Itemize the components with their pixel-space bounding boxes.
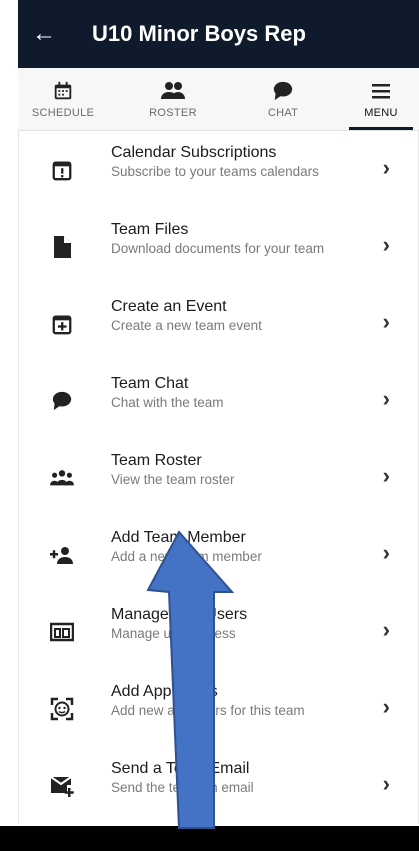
- tab-label: SCHEDULE: [31, 107, 95, 119]
- menu-item-title: Calendar Subscriptions: [111, 144, 277, 161]
- email-send-icon: [49, 773, 75, 799]
- chat-bubble-icon: [272, 79, 294, 103]
- calendar-alert-icon: [49, 157, 75, 183]
- menu-item-title: Create an Event: [111, 298, 227, 315]
- chevron-right-icon: ›: [382, 771, 390, 796]
- devices-icon: [49, 619, 75, 645]
- menu-item-send-team-email[interactable]: Send a Team Email Send the team an email…: [19, 747, 418, 824]
- chevron-right-icon: ›: [382, 540, 390, 565]
- chat-bubble-icon: [49, 388, 75, 414]
- menu-list: Calendar Subscriptions Subscribe to your…: [18, 131, 419, 824]
- tab-chat[interactable]: CHAT: [233, 68, 333, 130]
- page-title: U10 Minor Boys Rep: [92, 21, 306, 46]
- menu-item-add-app-users[interactable]: Add App Users Add new app users for this…: [19, 670, 418, 747]
- menu-item-title: Add App Users: [111, 683, 218, 700]
- tab-bar: SCHEDULE ROSTER CHAT MENU: [18, 68, 419, 131]
- menu-item-manage-app-users[interactable]: Manage App Users Manage user access ›: [19, 593, 418, 670]
- menu-item-team-chat[interactable]: Team Chat Chat with the team ›: [19, 362, 418, 439]
- menu-item-subtitle: Send the team an email: [111, 780, 254, 795]
- menu-item-title: Team Files: [111, 221, 189, 238]
- chevron-right-icon: ›: [382, 386, 390, 411]
- menu-item-subtitle: Download documents for your team: [111, 241, 325, 256]
- menu-item-subtitle: Manage user access: [111, 626, 236, 641]
- people-icon: [49, 465, 75, 491]
- file-icon: [49, 234, 75, 260]
- tab-roster[interactable]: ROSTER: [118, 68, 228, 130]
- menu-item-create-event[interactable]: Create an Event Create a new team event …: [19, 285, 418, 362]
- menu-item-title: Manage App Users: [111, 606, 248, 623]
- menu-item-title: Team Chat: [111, 375, 189, 392]
- left-margin: [0, 0, 18, 851]
- tab-label: ROSTER: [149, 107, 197, 119]
- chevron-right-icon: ›: [382, 155, 390, 180]
- menu-item-subtitle: Add a new team member: [111, 549, 262, 564]
- back-arrow-icon[interactable]: ←: [32, 22, 62, 46]
- tab-schedule[interactable]: SCHEDULE: [18, 68, 108, 130]
- menu-item-subtitle: Add new app users for this team: [111, 703, 305, 718]
- menu-item-subtitle: Create a new team event: [111, 318, 262, 333]
- menu-item-title: Team Roster: [111, 452, 202, 469]
- menu-item-calendar-subscriptions[interactable]: Calendar Subscriptions Subscribe to your…: [19, 131, 418, 208]
- calendar-icon: [52, 79, 74, 103]
- menu-item-title: Send a Team Email: [111, 760, 250, 777]
- menu-item-subtitle: Chat with the team: [111, 395, 224, 410]
- tab-label: CHAT: [267, 107, 299, 119]
- menu-item-subtitle: View the team roster: [111, 472, 235, 487]
- menu-item-team-roster[interactable]: Team Roster View the team roster ›: [19, 439, 418, 516]
- chevron-right-icon: ›: [382, 463, 390, 488]
- hamburger-menu-icon: [370, 79, 392, 103]
- people-icon: [160, 79, 186, 103]
- system-nav-bar: [0, 826, 419, 851]
- chevron-right-icon: ›: [382, 694, 390, 719]
- menu-item-team-files[interactable]: Team Files Download documents for your t…: [19, 208, 418, 285]
- menu-item-subtitle: Subscribe to your teams calendars: [111, 164, 319, 179]
- calendar-plus-icon: [49, 311, 75, 337]
- menu-item-title: Add Team Member: [111, 529, 246, 546]
- tab-label: MENU: [364, 107, 398, 119]
- face-scan-icon: [49, 696, 75, 722]
- chevron-right-icon: ›: [382, 309, 390, 334]
- tab-menu[interactable]: MENU: [343, 68, 419, 130]
- chevron-right-icon: ›: [382, 232, 390, 257]
- person-add-icon: [49, 542, 75, 568]
- chevron-right-icon: ›: [382, 617, 390, 642]
- app-bar: ← U10 Minor Boys Rep: [18, 0, 419, 68]
- menu-item-add-team-member[interactable]: Add Team Member Add a new team member ›: [19, 516, 418, 593]
